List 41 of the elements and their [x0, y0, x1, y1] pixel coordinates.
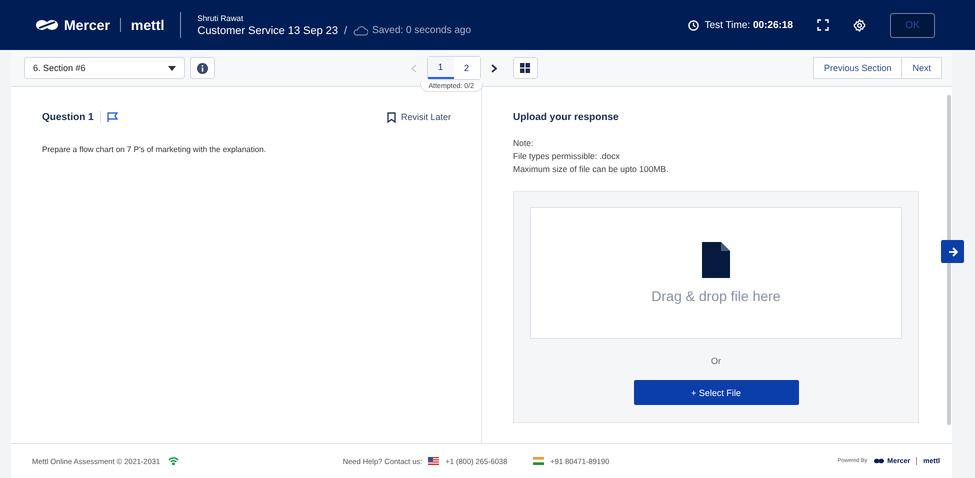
grid-view-button[interactable]: [512, 57, 538, 79]
previous-section-button[interactable]: Previous Section: [812, 57, 902, 79]
flag-icon: [428, 457, 440, 465]
question-text: Prepare a flow chart on 7 P's of marketing with the explanation.: [42, 145, 267, 154]
flag-icon: [533, 457, 544, 465]
wifi-icon: [168, 457, 180, 465]
next-button[interactable]: Next: [902, 57, 942, 79]
test-timer: Test Time: 00:26:18: [704, 20, 793, 30]
expand-button[interactable]: [941, 240, 964, 263]
upload-title: Upload your response: [513, 112, 620, 123]
or-text: Or: [711, 356, 721, 366]
test-name: Customer Service 13 Sep 23: [197, 24, 338, 36]
file-icon: [702, 242, 730, 278]
note-text: Note:: [513, 137, 534, 150]
save-status: Saved: 0 seconds ago: [372, 25, 472, 36]
arrow-right-icon: [948, 246, 958, 256]
grid-icon: [520, 63, 530, 73]
section-dropdown[interactable]: 6. Section #6: [24, 57, 185, 79]
info-button[interactable]: [190, 57, 215, 79]
logo-icon: [874, 458, 884, 464]
note-text: Maximum size of file can be upto 100MB.: [513, 163, 670, 176]
select-file-button[interactable]: + Select File: [634, 380, 798, 405]
logo-icon: [36, 19, 58, 31]
info-icon: [197, 62, 208, 74]
clock-icon: [688, 20, 699, 30]
page-tab[interactable]: 1: [428, 57, 454, 79]
brand-name: Mercer: [64, 17, 110, 33]
cloud-icon: [353, 26, 368, 36]
settings-icon[interactable]: [853, 18, 866, 32]
flag-icon[interactable]: [106, 112, 118, 122]
caret-icon: [168, 66, 176, 70]
note-text: File types permissible: .docx: [513, 150, 621, 163]
revisit-later-button[interactable]: Revisit Later: [386, 112, 451, 122]
question-title: Question 1: [42, 112, 94, 122]
candidate-name: Shruti Rawat: [197, 14, 244, 22]
bookmark-icon: [386, 112, 396, 122]
next-page-icon[interactable]: [490, 64, 496, 72]
separator: /: [344, 24, 348, 36]
scrollbar[interactable]: [947, 95, 951, 425]
fullscreen-icon[interactable]: [817, 19, 829, 31]
product-name: mettl: [130, 17, 164, 33]
